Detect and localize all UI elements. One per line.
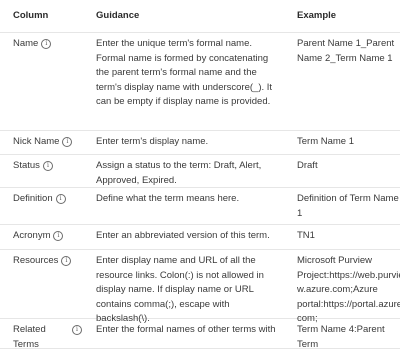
table-row: Related Terms i Enter the formal names o… (0, 319, 400, 352)
guidance-cell: Enter display name and URL of all the re… (96, 255, 264, 324)
info-icon[interactable]: i (41, 39, 52, 49)
column-cell: Nick Name i (0, 131, 82, 154)
example-line: portal:https://portal.azure. (297, 298, 400, 310)
guidance-cell: Enter the formal names of other terms wi… (96, 324, 276, 335)
table-row: Resources i Enter display name and URL o… (0, 250, 400, 324)
column-label: Definition (13, 193, 53, 204)
guidance-cell: Enter term's display name. (96, 136, 209, 147)
example-cell: Parent Name 1_Parent Name 2_Term Name 1 (297, 38, 395, 64)
column-cell: Name i (0, 33, 82, 130)
example-cell: TN1 (297, 230, 315, 241)
info-icon[interactable]: i (55, 194, 66, 204)
column-cell: Status i (0, 155, 82, 188)
column-label: Status (13, 160, 40, 171)
example-cell: Term Name 4:Parent Term (297, 324, 385, 350)
header-guidance: Guidance (96, 9, 140, 21)
table-row: Name i Enter the unique term's formal na… (0, 33, 400, 131)
info-icon[interactable]: i (62, 137, 73, 147)
column-label: Nick Name (13, 136, 60, 147)
header-column: Column (13, 9, 49, 21)
column-cell: Related Terms i (0, 319, 82, 352)
guidance-table: Column Guidance Example Name i Enter the… (0, 0, 400, 352)
column-cell: Acronym i (0, 225, 82, 249)
info-icon[interactable]: i (53, 231, 64, 241)
table-row: Nick Name i Enter term's display name. T… (0, 131, 400, 155)
guidance-cell: Assign a status to the term: Draft, Aler… (96, 160, 262, 186)
column-label: Related Terms (13, 324, 46, 350)
guidance-cell: Enter the unique term's formal name. For… (96, 38, 273, 107)
example-cell: Microsoft Purview Project:https://web.pu… (283, 250, 400, 327)
column-label: Acronym (13, 230, 51, 241)
table-row: Acronym i Enter an abbreviated version o… (0, 225, 400, 250)
column-label: Resources (13, 255, 59, 266)
column-label: Name (13, 38, 39, 49)
info-icon[interactable]: i (42, 161, 53, 171)
example-line: w.azure.com;Azure (297, 284, 378, 295)
table-row: Status i Assign a status to the term: Dr… (0, 155, 400, 188)
example-cell: Draft (297, 160, 318, 171)
example-cell: Term Name 1 (297, 136, 355, 147)
example-cell: Definition of Term Name 1 (297, 193, 399, 219)
guidance-cell: Enter an abbreviated version of this ter… (96, 230, 270, 241)
table-row: Definition i Define what the term means … (0, 188, 400, 225)
guidance-cell: Define what the term means here. (96, 193, 240, 204)
example-line: Microsoft Purview (297, 255, 372, 266)
example-line: Project:https://web.purview (297, 269, 400, 281)
column-cell: Definition i (0, 188, 82, 224)
column-cell: Resources i (0, 250, 82, 327)
info-icon[interactable]: i (72, 325, 82, 335)
info-icon[interactable]: i (61, 256, 72, 266)
table-header-row: Column Guidance Example (0, 0, 400, 33)
header-example: Example (297, 9, 337, 21)
